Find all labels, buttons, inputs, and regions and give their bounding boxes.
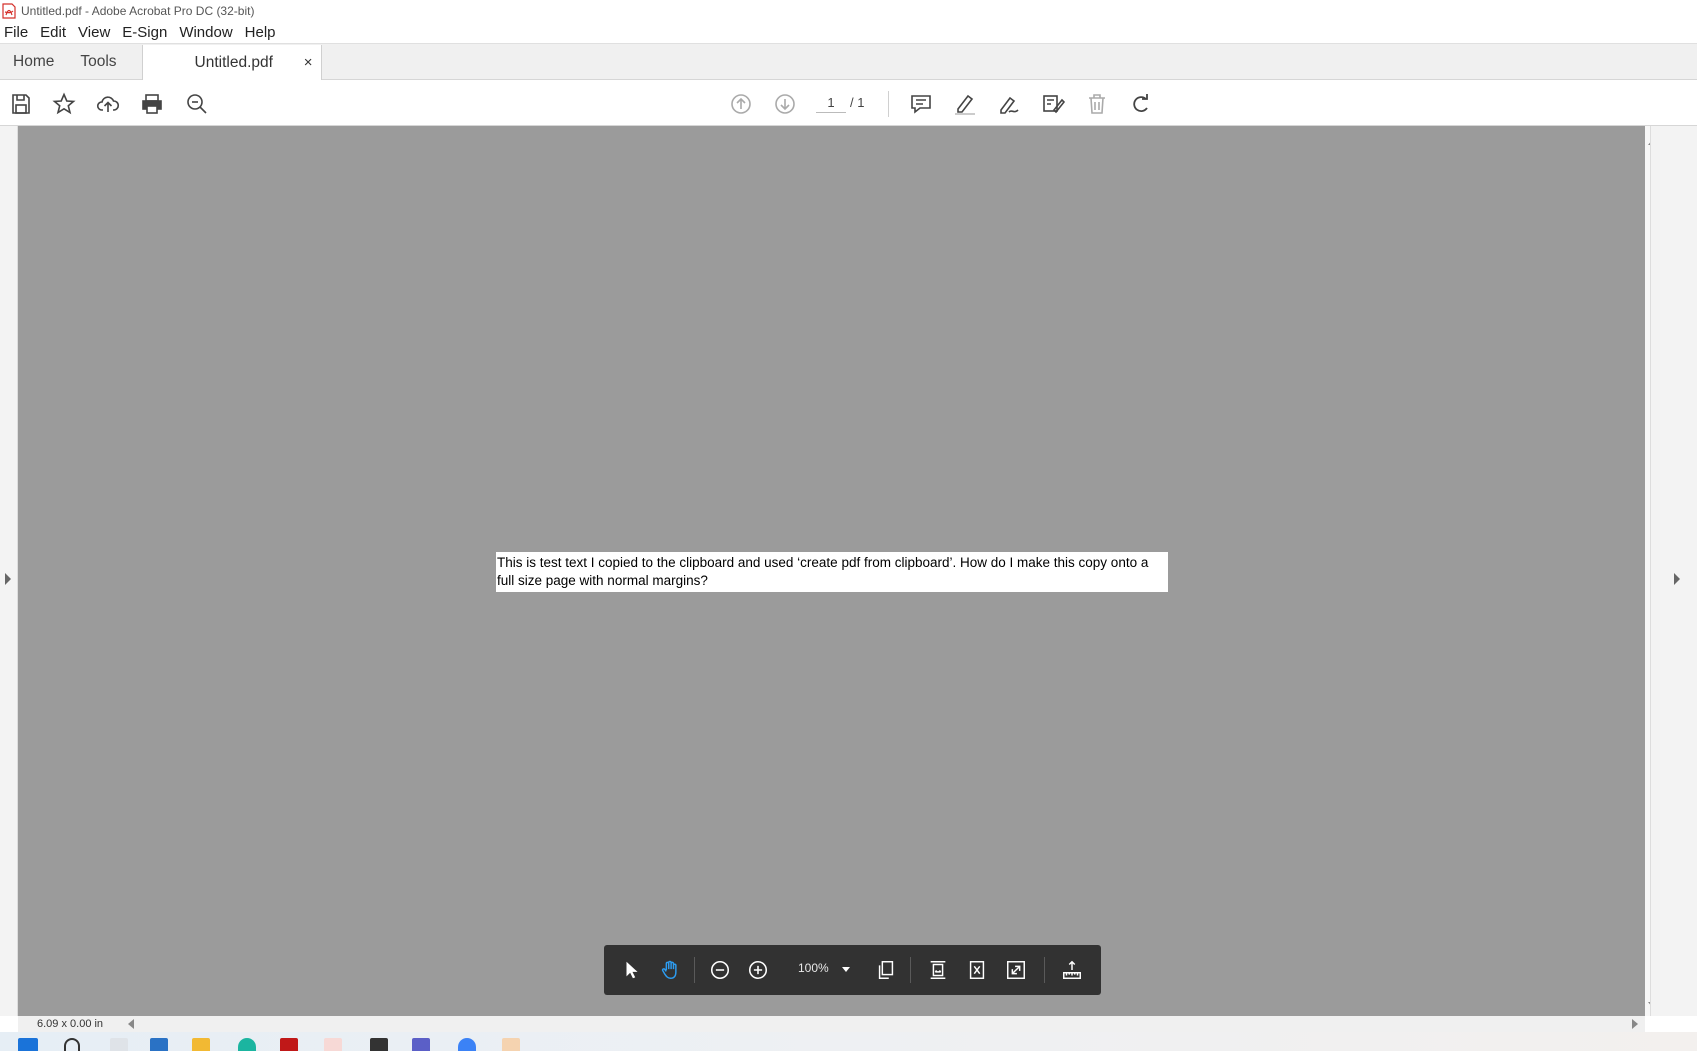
floatbar-divider [694,957,695,983]
tab-tools[interactable]: Tools [67,44,129,79]
zoom-out-icon[interactable] [708,958,732,982]
floating-page-toolbar: 100% [604,945,1101,995]
zoom-dropdown-icon[interactable] [842,967,850,972]
taskbar-app-icon[interactable] [324,1038,342,1051]
select-arrow-icon[interactable] [620,958,644,982]
window-titlebar: Untitled.pdf - Adobe Acrobat Pro DC (32-… [0,0,1697,22]
status-bar: 6.09 x 0.00 in [18,1016,1645,1032]
cloud-upload-icon[interactable] [95,91,121,117]
taskbar-app-icon[interactable] [502,1038,520,1051]
close-tab-icon[interactable]: × [304,54,313,71]
tab-home[interactable]: Home [0,44,67,79]
pdf-page-text: This is test text I copied to the clipbo… [497,555,1149,588]
previous-page-icon[interactable] [728,91,754,117]
taskbar-app-icon[interactable] [150,1038,168,1051]
document-canvas[interactable]: This is test text I copied to the clipbo… [18,126,1645,1016]
main-toolbar: 1 / 1 [0,80,1697,126]
zoom-level[interactable]: 100% [798,961,829,975]
menu-esign[interactable]: E-Sign [118,24,173,41]
right-panel-gutter [1650,126,1697,1016]
zoom-in-icon[interactable] [746,958,770,982]
menu-bar: File Edit View E-Sign Window Help [0,22,1697,44]
taskbar-folder-icon[interactable] [192,1038,210,1051]
next-page-icon[interactable] [772,91,798,117]
menu-window[interactable]: Window [175,24,238,41]
taskbar-acrobat-icon[interactable] [280,1038,298,1051]
acrobat-app-icon [2,3,16,19]
menu-help[interactable]: Help [241,24,282,41]
floatbar-divider [1044,957,1045,983]
search-zoom-icon[interactable] [184,91,210,117]
edit-tool-icon[interactable] [1040,91,1066,117]
fit-width-icon[interactable] [926,958,950,982]
fit-page-icon[interactable] [965,958,989,982]
page-number-input[interactable]: 1 [816,93,846,113]
full-screen-icon[interactable] [1004,958,1028,982]
tab-bar: Home Tools Untitled.pdf × [0,44,1697,80]
taskbar-teams-icon[interactable] [412,1038,430,1051]
print-icon[interactable] [139,91,165,117]
highlight-pen-icon[interactable] [952,91,978,117]
window-title: Untitled.pdf - Adobe Acrobat Pro DC (32-… [21,4,255,18]
taskbar-app-icon[interactable] [110,1038,128,1051]
scroll-left-icon[interactable] [128,1019,134,1029]
page-total: / 1 [850,95,865,110]
delete-icon[interactable] [1084,91,1110,117]
taskbar-search-icon[interactable] [64,1038,80,1051]
toolbar-divider [888,91,889,117]
comment-icon[interactable] [908,91,934,117]
menu-view[interactable]: View [74,24,116,41]
pdf-page[interactable]: This is test text I copied to the clipbo… [496,552,1168,592]
save-icon[interactable] [8,91,34,117]
menu-edit[interactable]: Edit [36,24,72,41]
tab-document-label: Untitled.pdf [194,53,273,71]
scroll-right-icon[interactable] [1632,1019,1638,1029]
page-dimensions: 6.09 x 0.00 in [37,1018,104,1030]
taskbar-app-icon[interactable] [458,1038,476,1051]
os-taskbar [0,1032,1697,1051]
taskbar-edge-icon[interactable] [238,1038,256,1051]
expand-right-panel-icon[interactable] [1674,573,1680,585]
measure-icon[interactable] [1060,958,1084,982]
hand-icon[interactable] [658,958,682,982]
windows-start-icon[interactable] [18,1038,38,1051]
left-panel-gutter [0,126,18,1016]
taskbar-app-icon[interactable] [370,1038,388,1051]
expand-left-panel-icon[interactable] [5,573,11,585]
star-icon[interactable] [51,91,77,117]
rotate-icon[interactable] [1128,91,1154,117]
menu-file[interactable]: File [0,24,34,41]
sign-icon[interactable] [996,91,1022,117]
floatbar-divider [910,957,911,983]
tab-document[interactable]: Untitled.pdf × [141,45,322,80]
single-page-icon[interactable] [874,958,898,982]
